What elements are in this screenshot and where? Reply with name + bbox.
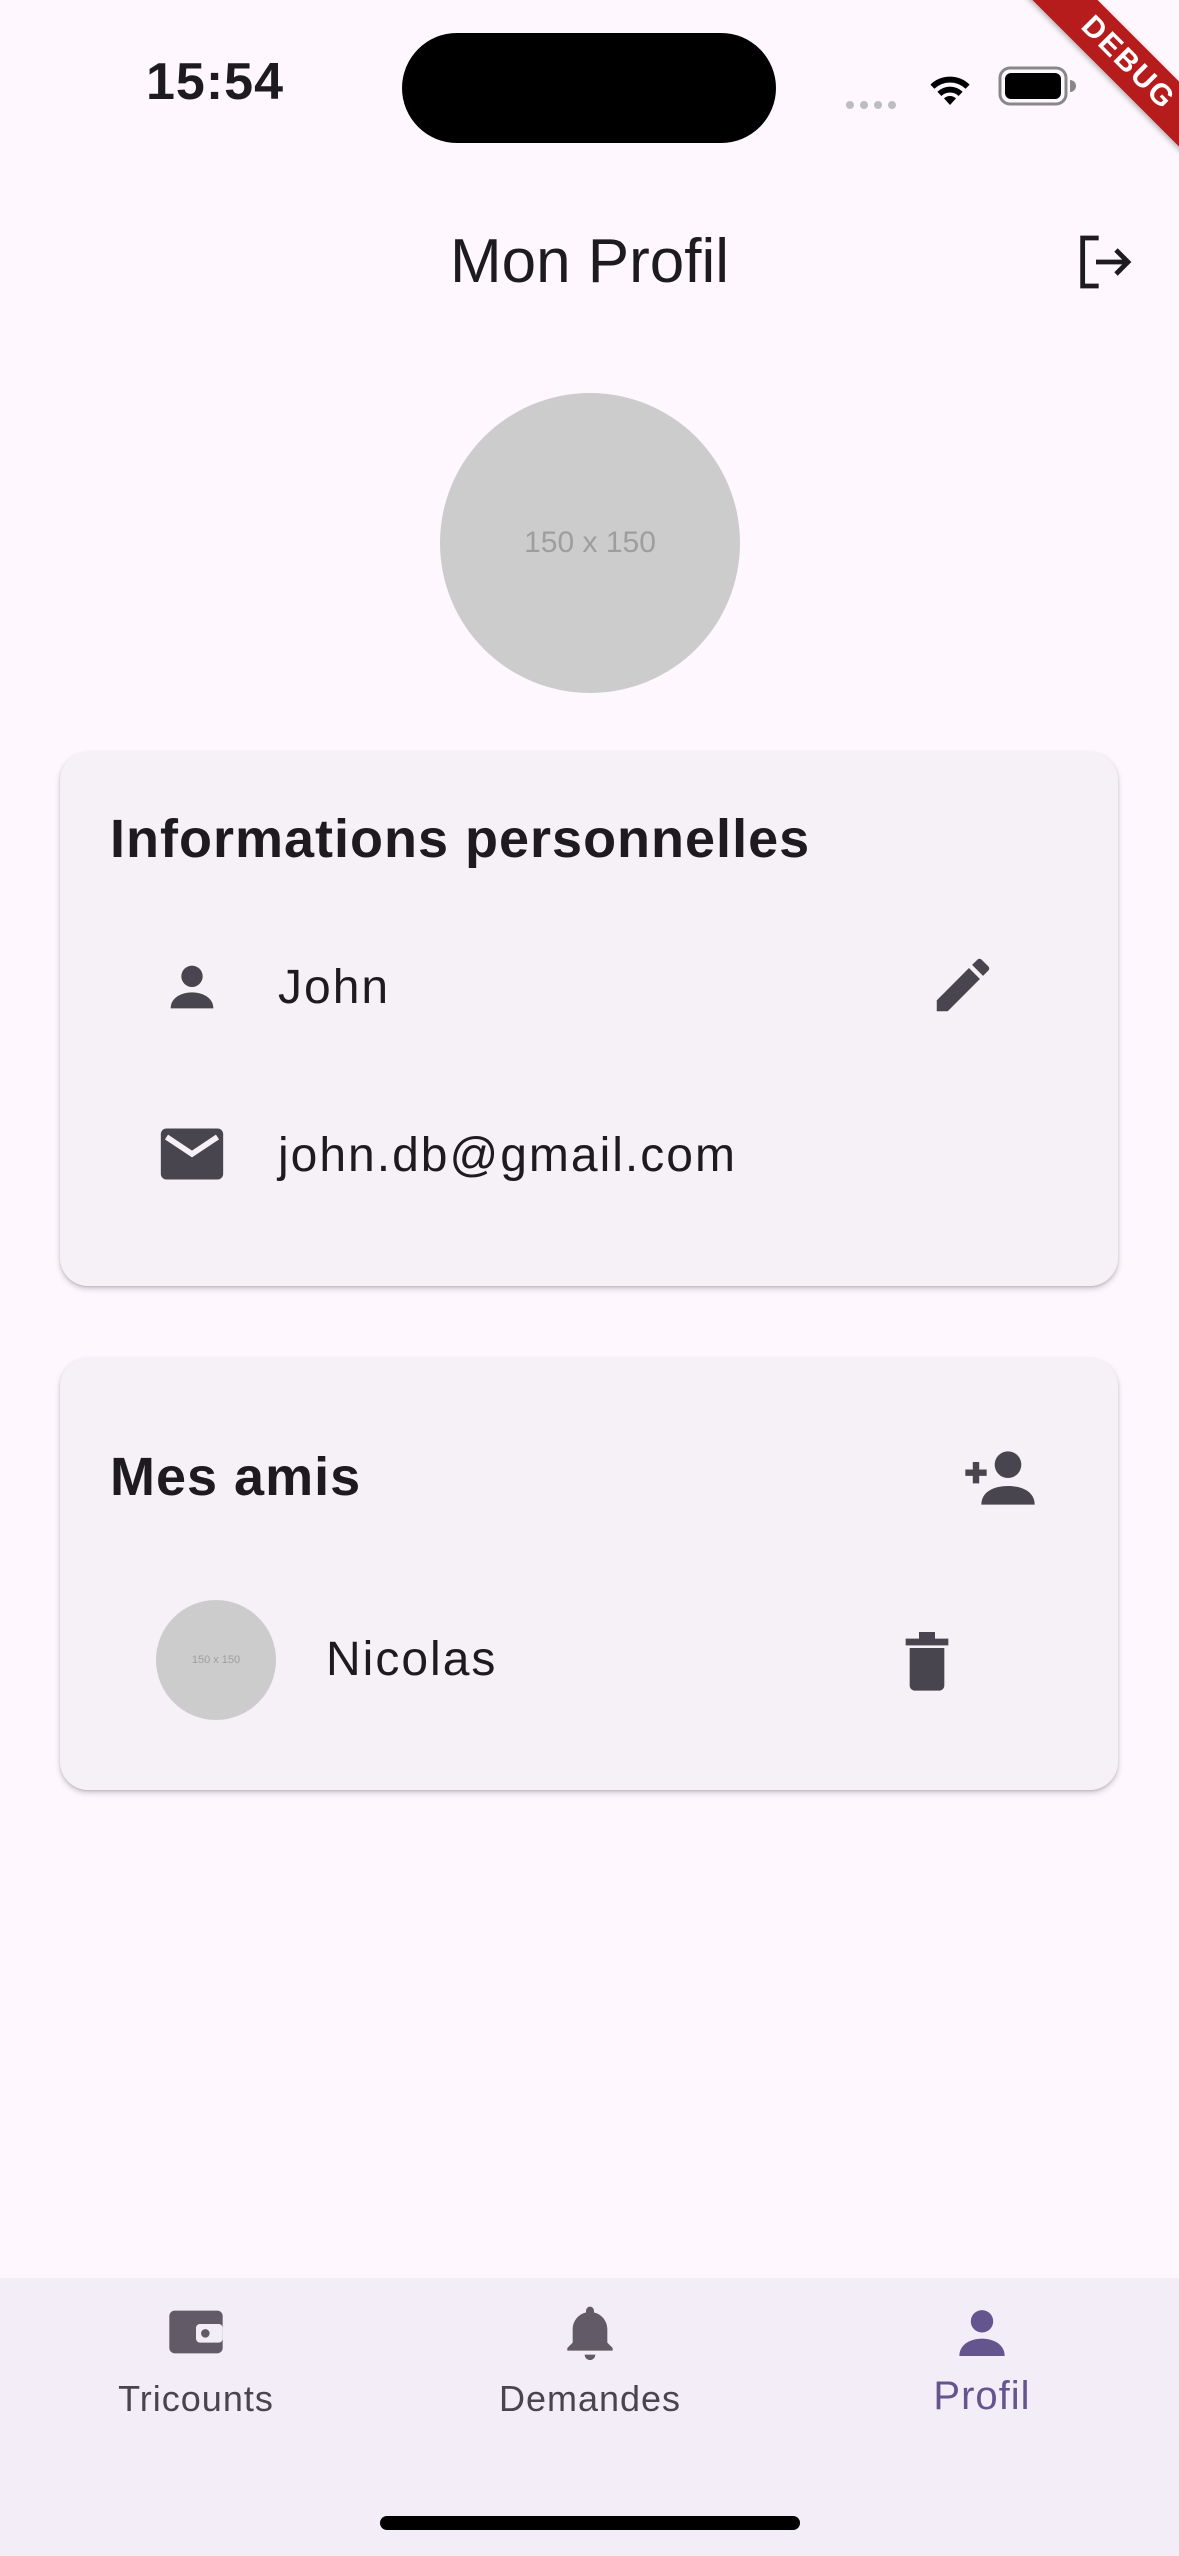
edit-icon[interactable] — [928, 950, 998, 1020]
add-friend-icon[interactable] — [960, 1446, 1040, 1510]
mail-icon — [160, 1128, 224, 1180]
home-indicator — [380, 2516, 800, 2530]
nav-item-tricounts[interactable]: Tricounts — [46, 2300, 346, 2420]
nav-label-tricounts: Tricounts — [118, 2378, 274, 2419]
logout-icon[interactable] — [1072, 230, 1136, 294]
dynamic-island — [402, 33, 776, 143]
personal-info-title: Informations personnelles — [110, 809, 811, 869]
friends-card — [60, 1358, 1118, 1790]
bell-icon — [567, 2306, 613, 2360]
user-name: John — [278, 961, 391, 1014]
status-time: 15:54 — [146, 53, 284, 111]
person-icon — [170, 965, 214, 1009]
friend-avatar: 150 x 150 — [156, 1600, 276, 1720]
friends-title: Mes amis — [110, 1447, 362, 1507]
profile-avatar[interactable]: 150 x 150 — [440, 393, 740, 693]
wallet-icon — [169, 2310, 223, 2354]
nav-label-demandes: Demandes — [498, 2378, 682, 2419]
page-title: Mon Profil — [449, 227, 730, 296]
friend-avatar-placeholder-text: 150 x 150 — [191, 1654, 241, 1666]
nav-item-profil[interactable]: Profil — [832, 2300, 1132, 2419]
nav-item-demandes[interactable]: Demandes — [440, 2300, 740, 2420]
battery-icon — [998, 66, 1076, 106]
person-icon — [959, 2310, 1005, 2356]
delete-icon[interactable] — [900, 1628, 954, 1692]
nav-label-profil: Profil — [933, 2374, 1031, 2418]
avatar-placeholder-text: 150 x 150 — [524, 526, 656, 559]
user-email: john.db@gmail.com — [278, 1129, 737, 1182]
signal-dots-icon — [846, 96, 904, 109]
wifi-icon — [930, 76, 970, 105]
friend-name: Nicolas — [326, 1633, 498, 1686]
